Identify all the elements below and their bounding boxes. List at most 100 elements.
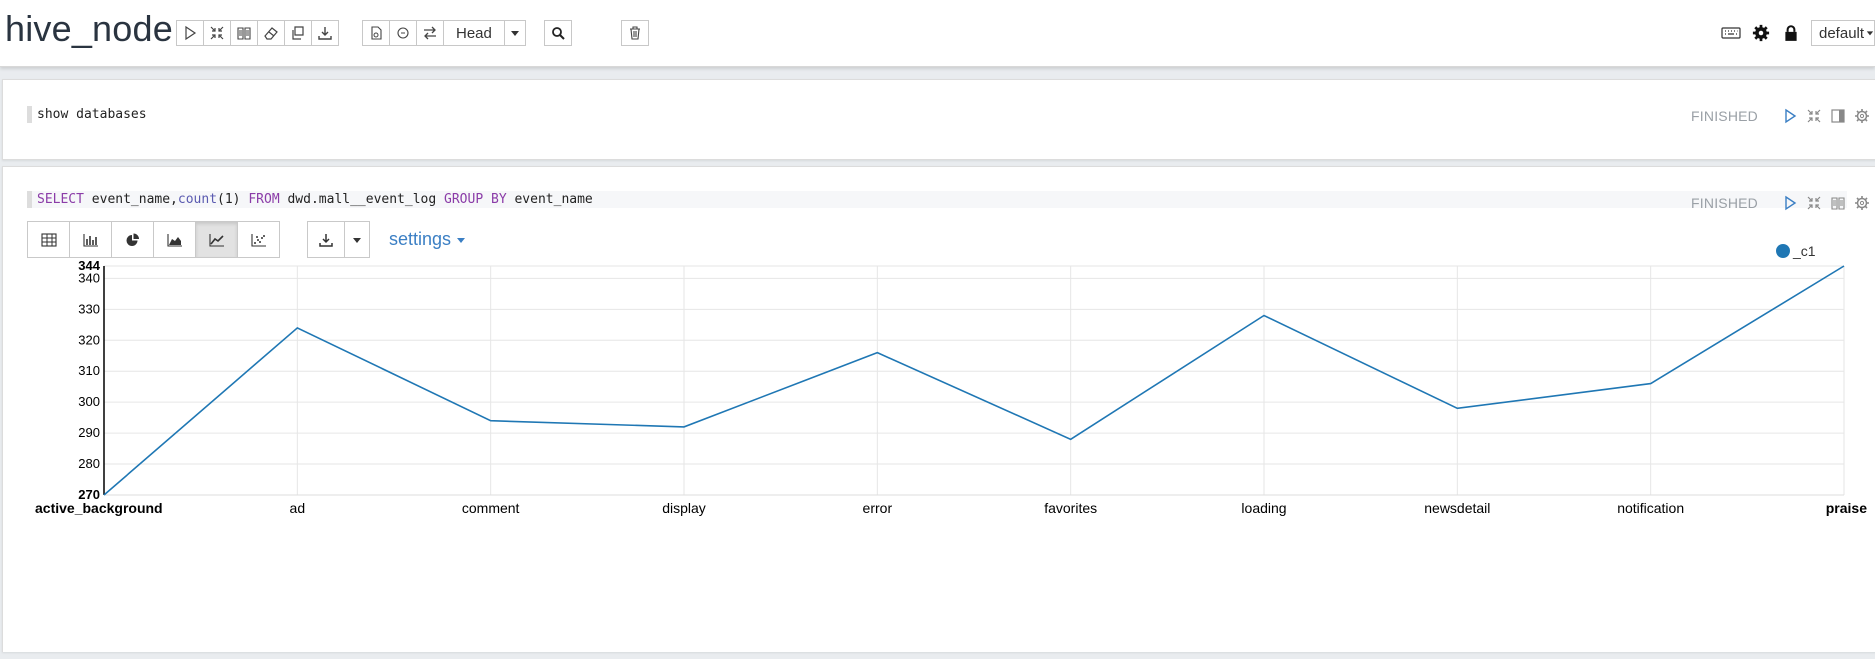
sql-text: dwd.mall__event_log [279,192,445,207]
collapse-icon [210,26,224,40]
paragraph-2-status: FINISHED [1691,195,1758,211]
show-code-button[interactable] [230,20,258,46]
x-tick-label: favorites [1044,500,1097,516]
data-point[interactable] [488,418,493,423]
paragraph-1-run-button[interactable] [1782,108,1798,124]
x-tick-label: loading [1241,500,1286,516]
y-tick-label: 330 [78,301,100,316]
x-tick-label: praise [1826,500,1867,516]
clone-note-button[interactable] [284,20,312,46]
export-note-button[interactable] [311,20,339,46]
paragraph-1-toggle-output-button[interactable] [1830,108,1846,124]
trash-group [621,20,649,46]
paragraph-2-editor[interactable]: SELECT event_name,count(1) FROM dwd.mall… [27,191,1847,208]
data-point[interactable] [1842,264,1847,269]
sql-text: event_name [506,192,593,207]
run-icon [1785,195,1797,211]
look-and-feel-label: default [1819,24,1865,42]
sql-text: (1) [217,192,249,207]
note-title[interactable]: hive_node [5,8,173,50]
book-icon [1831,197,1845,210]
data-point[interactable] [1262,313,1267,318]
version-control-group: Head [362,20,526,46]
search-icon [552,27,565,40]
export-icon [318,27,332,40]
gear-icon [1752,24,1770,42]
legend-marker[interactable] [1776,244,1790,258]
interpreter-binding-button[interactable] [1751,24,1771,42]
paragraph-1: show databases FINISHED [2,79,1875,160]
collapse-icon [1807,109,1821,123]
collapse-button[interactable] [203,20,231,46]
data-point[interactable] [295,325,300,330]
clear-output-button[interactable] [257,20,285,46]
search-button[interactable] [544,20,572,46]
note-info-button[interactable] [362,20,390,46]
sql-keyword-from: FROM [248,192,280,207]
data-point[interactable] [1455,406,1460,411]
sql-keyword-group-by: GROUP BY [444,192,507,207]
paragraph-1-status: FINISHED [1691,108,1758,124]
compare-revisions-button[interactable] [416,20,444,46]
x-tick-label: ad [290,500,306,516]
gear-icon [1855,109,1869,123]
caret-down-icon [510,31,519,36]
paragraph-1-settings-button[interactable] [1854,108,1870,124]
note-settings-group: default [1721,20,1875,46]
paragraph-2-show-code-button[interactable] [1830,195,1846,211]
revision-select[interactable]: Head [443,20,505,46]
y-tick-label: 344 [78,258,100,273]
note-info-icon [371,26,382,40]
y-tick-label: 290 [78,425,100,440]
paragraph-2-run-button[interactable] [1782,195,1798,211]
line-chart-svg: 270280290300310320330340344active_backgr… [35,243,1867,516]
y-tick-label: 310 [78,363,100,378]
collapse-icon [1807,196,1821,210]
paragraph-2-collapse-button[interactable] [1806,195,1822,211]
x-tick-label: comment [462,500,520,516]
trash-icon [630,26,640,40]
y-tick-label: 280 [78,456,100,471]
run-all-button[interactable] [176,20,204,46]
data-point[interactable] [875,350,880,355]
x-tick-label: newsdetail [1424,500,1490,516]
series-line [103,265,1845,496]
note-header: hive_node Head default [0,0,1875,67]
sql-function: count [177,192,218,207]
sql-text: event_name, [83,192,178,207]
columns-icon [1831,109,1845,123]
paragraph-1-controls [1774,108,1870,124]
x-tick-label: error [863,500,893,516]
x-tick-label: notification [1617,500,1684,516]
paragraph-1-editor[interactable]: show databases [27,106,147,123]
clock-icon [397,27,409,39]
data-point[interactable] [682,424,687,429]
look-and-feel-select[interactable]: default [1811,20,1875,46]
commit-button[interactable] [389,20,417,46]
paragraph-2-settings-button[interactable] [1854,195,1870,211]
shortcuts-button[interactable] [1721,24,1741,42]
note-action-group [176,20,339,46]
paragraph-2: SELECT event_name,count(1) FROM dwd.mall… [2,166,1875,652]
eraser-icon [264,27,278,40]
clone-icon [292,26,304,40]
revision-dropdown-toggle[interactable] [503,20,526,46]
data-point[interactable] [1648,381,1653,386]
permissions-button[interactable] [1781,24,1801,42]
search-group [544,20,572,46]
gear-icon [1855,196,1869,210]
data-point[interactable] [1068,437,1073,442]
book-icon [237,27,251,40]
move-to-trash-button[interactable] [621,20,649,46]
y-tick-label: 300 [78,394,100,409]
y-tick-label: 320 [78,332,100,347]
data-point[interactable] [102,493,107,498]
keyboard-icon [1721,27,1741,39]
legend-label: _c1 [1792,243,1816,259]
sql-keyword-select: SELECT [37,192,84,207]
caret-down-icon [1866,31,1874,36]
paragraph-1-collapse-button[interactable] [1806,108,1822,124]
run-icon [1785,108,1797,124]
paragraph-2-controls [1774,195,1870,211]
x-tick-label: active_background [35,500,163,516]
